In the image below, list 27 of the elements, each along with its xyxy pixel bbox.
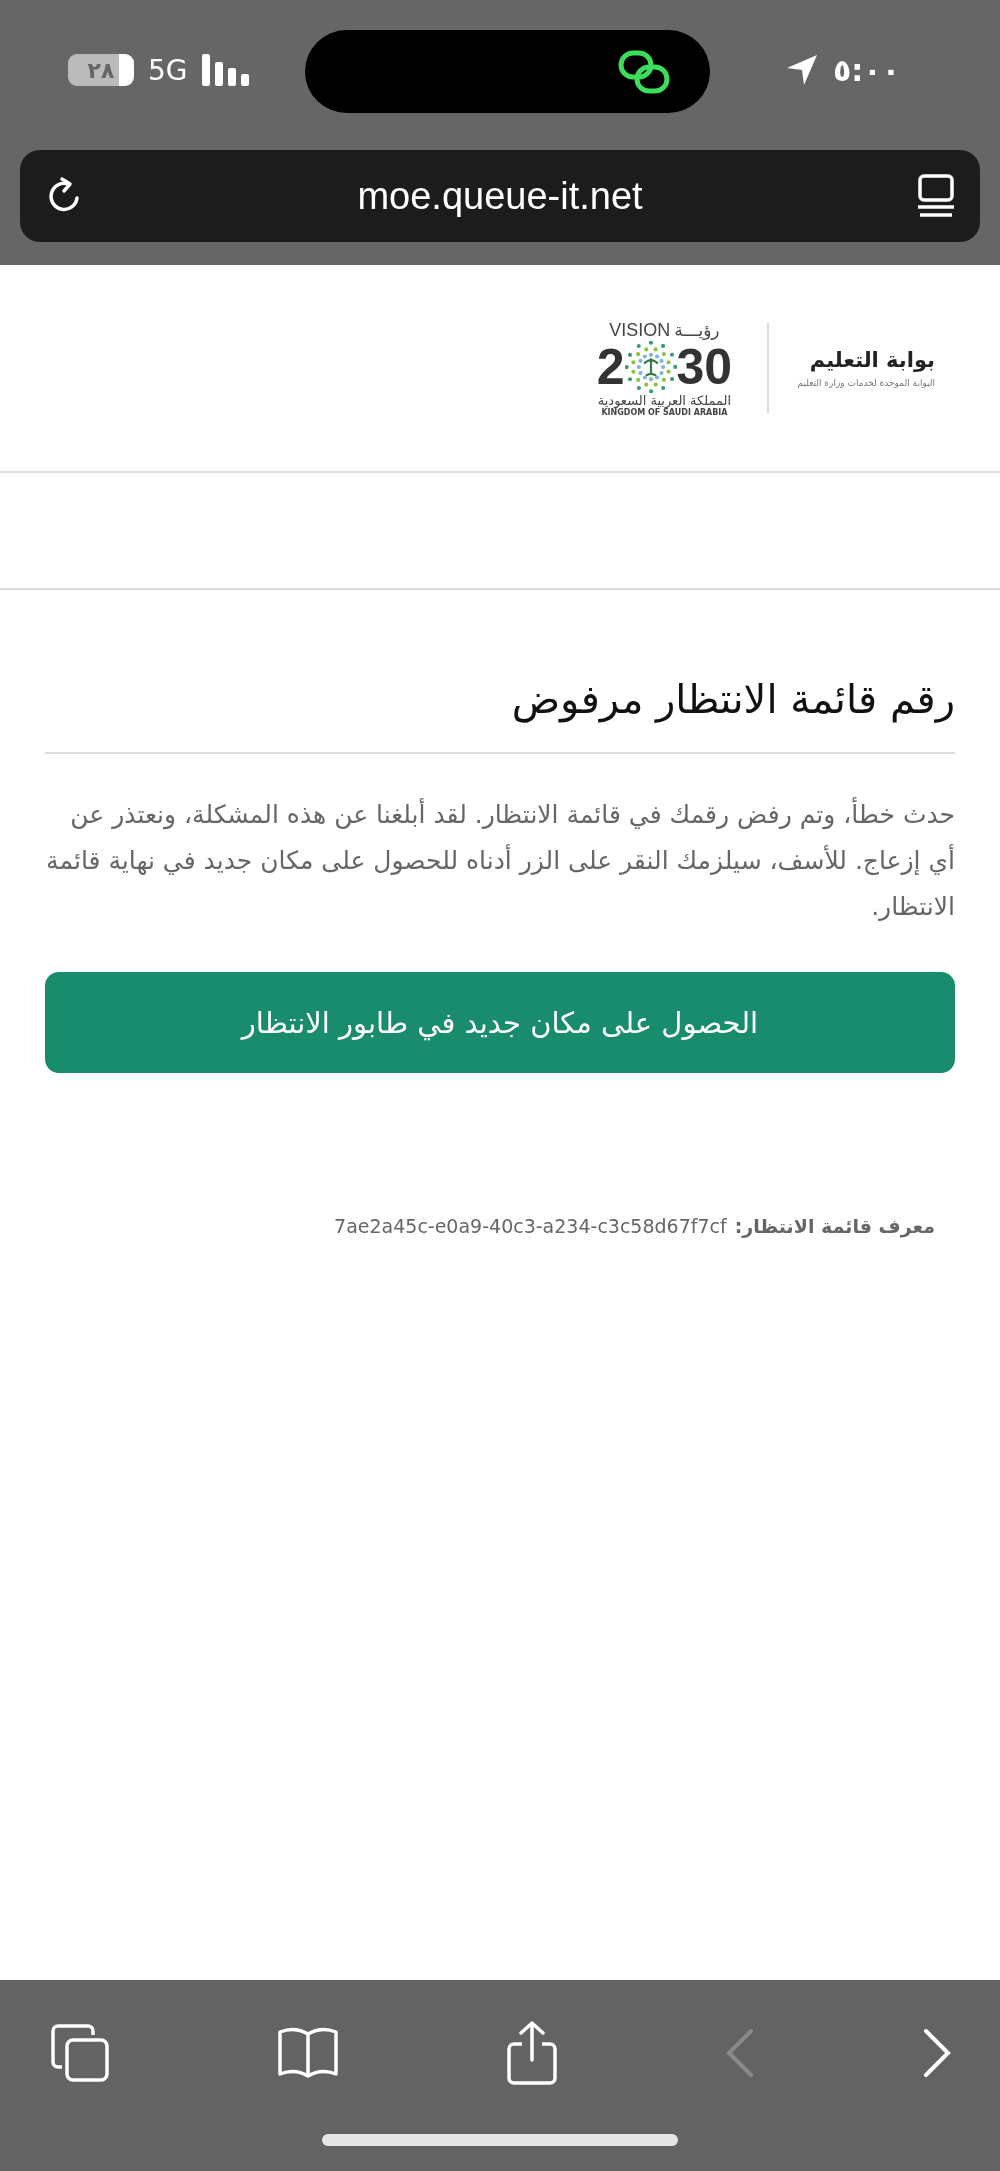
- new-place-button[interactable]: الحصول على مكان جديد في طابور الانتظار: [45, 972, 955, 1073]
- emblem-icon: [624, 340, 677, 393]
- portal-title: بوابة التعليم: [809, 348, 935, 372]
- error-message: حدث خطأ، وتم رفض رقمك في قائمة الانتظار. لقد أبلغنا عن هذه المشكلة، ونعتذر عن أي إزعاج. للأسف، سيلزمك النقر على الزر أدناه للحصول على مكان جديد في نهاية قائمة الانتظار.: [45, 792, 955, 930]
- address-bar[interactable]: moe.queue-it.net: [20, 150, 980, 242]
- country-name-arabic: المملكة العربية السعودية: [597, 392, 732, 408]
- year-digit: 2: [596, 341, 625, 392]
- queue-id-label: معرف قائمة الانتظار:: [734, 1215, 935, 1237]
- tabs-icon[interactable]: [50, 2023, 110, 2083]
- forward-icon[interactable]: [922, 2028, 952, 2078]
- share-icon[interactable]: [506, 2020, 558, 2086]
- year-digits: 30: [676, 341, 733, 392]
- reader-icon[interactable]: [916, 174, 956, 218]
- location-icon: [785, 53, 820, 87]
- portal-subtitle: البوابة الموحدة لخدمات وزارة التعليم: [797, 378, 935, 388]
- bookmarks-icon[interactable]: [277, 2026, 339, 2080]
- queue-id: 7ae2a45c-e0a9-40c3-a234-c3c58d67f7cf: [334, 1215, 727, 1237]
- signal-icon: [201, 54, 250, 86]
- page-title: رقم قائمة الانتظار مرفوض: [510, 676, 955, 722]
- battery-icon: ٢٨: [68, 54, 134, 86]
- link-icon: [618, 49, 670, 94]
- url-text: moe.queue-it.net: [357, 174, 643, 218]
- vision-word: VISION: [609, 319, 671, 341]
- clock-time: ٥:٠٠: [833, 52, 900, 88]
- network-label: 5G: [148, 53, 188, 87]
- vision-arabic-word: رؤيـــة: [674, 320, 720, 340]
- country-name: KINGDOM OF SAUDI ARABIA: [601, 407, 728, 417]
